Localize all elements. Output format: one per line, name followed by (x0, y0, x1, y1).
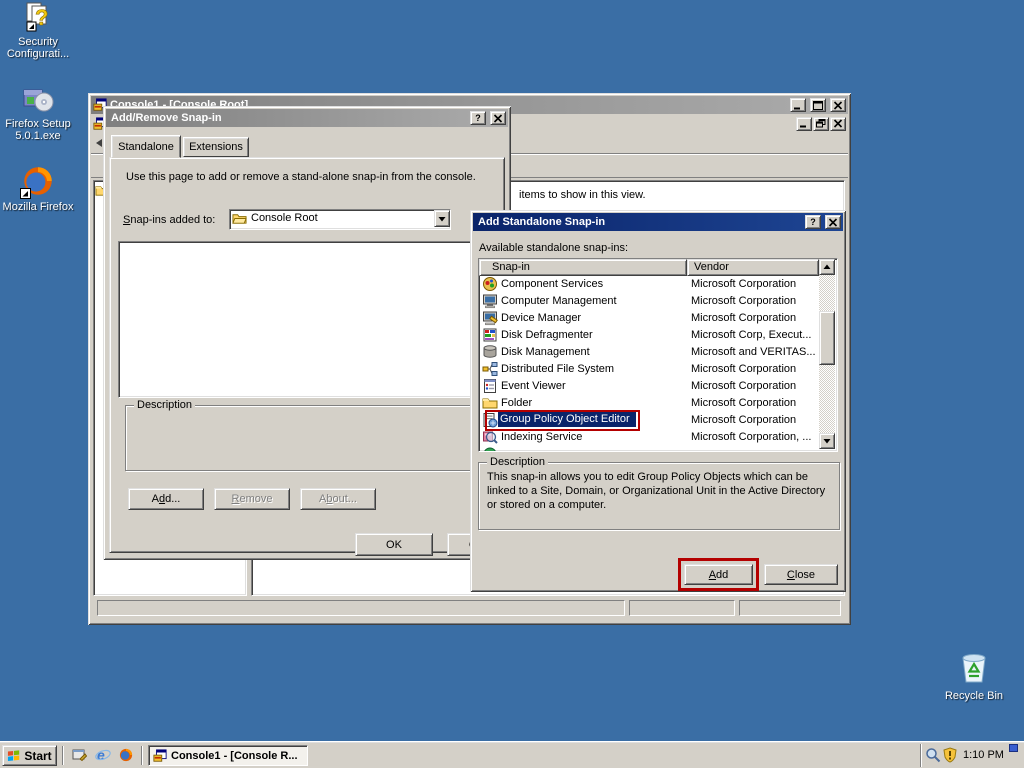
instruction-text: Use this page to add or remove a stand-a… (126, 171, 476, 183)
ok-button[interactable]: OK (355, 533, 433, 556)
close-button[interactable]: Close (764, 564, 838, 585)
about-button[interactable]: About... (300, 488, 376, 510)
open-folder-icon (232, 211, 247, 226)
dialog-title: Add Standalone Snap-in (478, 216, 606, 228)
snapin-row[interactable]: Device Manager Microsoft Corporation (479, 310, 819, 327)
list-scrollbar[interactable] (819, 259, 835, 449)
added-snapins-listbox[interactable] (118, 241, 498, 398)
scroll-up-button[interactable] (819, 259, 835, 275)
taskbar-task-console1[interactable]: Console1 - [Console R... (148, 745, 308, 766)
snapins-added-to-combo[interactable]: Console Root (229, 209, 451, 230)
snapin-row[interactable]: Distributed File System Microsoft Corpor… (479, 361, 819, 378)
close-button[interactable] (830, 98, 846, 112)
firefox-icon (20, 163, 56, 199)
minimize-button[interactable] (790, 98, 806, 112)
column-header-vendor[interactable]: Vendor (687, 259, 819, 276)
distributed-file-system-icon (482, 361, 498, 377)
system-tray: 1:10 PM (920, 744, 1024, 767)
dialog-title: Add/Remove Snap-in (111, 112, 222, 124)
security-config-icon: ? (21, 0, 55, 34)
shortcut-arrow-icon (20, 188, 31, 199)
child-close-button[interactable] (830, 116, 846, 131)
combo-dropdown-button[interactable] (434, 210, 450, 227)
standalone-tab-page: Use this page to add or remove a stand-a… (109, 157, 505, 553)
add-remove-titlebar[interactable]: Add/Remove Snap-in ? (106, 109, 508, 127)
device-manager-icon (482, 310, 498, 326)
desktop-icon-label: Security Configurati... (6, 36, 70, 60)
child-minimize-button[interactable] (796, 116, 812, 131)
folder-icon (482, 395, 498, 411)
close-button[interactable] (825, 215, 841, 229)
tray-app-icon[interactable] (1009, 744, 1018, 752)
add-button[interactable]: Add (684, 564, 753, 585)
child-restore-button[interactable] (813, 116, 829, 131)
add-ellipsis-button[interactable]: Add... (128, 488, 204, 510)
component-services-icon (482, 276, 498, 292)
show-desktop-icon[interactable] (71, 747, 87, 763)
close-button[interactable] (490, 111, 506, 125)
desktop-icon-recycle-bin[interactable]: Recycle Bin (936, 650, 1012, 702)
remove-button[interactable]: Remove (214, 488, 290, 510)
taskbar-clock[interactable]: 1:10 PM (963, 749, 1004, 761)
scroll-down-button[interactable] (819, 433, 835, 449)
desktop-icon-security-config[interactable]: ? Security Configurati... (0, 0, 76, 60)
svg-text:?: ? (35, 5, 48, 30)
desktop: ? Security Configurati... Firefox Setup 5.… (0, 0, 1024, 768)
snapin-row[interactable]: Event Viewer Microsoft Corporation (479, 378, 819, 395)
combo-value: Console Root (251, 212, 318, 224)
description-groupbox: Description This snap-in allows you to e… (478, 456, 840, 530)
magnifier-tray-icon[interactable] (925, 747, 941, 763)
windows-logo-icon (7, 749, 21, 762)
internet-explorer-icon[interactable]: e (95, 747, 111, 763)
svg-text:e: e (97, 747, 105, 763)
add-remove-snapin-dialog: Add/Remove Snap-in ? Standalone Extensio… (103, 106, 511, 560)
installer-icon (21, 82, 55, 116)
description-label: Description (487, 456, 549, 468)
security-alert-shield-icon[interactable] (942, 747, 958, 763)
add-standalone-titlebar[interactable]: Add Standalone Snap-in ? (473, 213, 843, 231)
maximize-button[interactable] (810, 98, 826, 112)
add-standalone-snapin-dialog: Add Standalone Snap-in ? Available stand… (470, 210, 846, 592)
indexing-service-icon (482, 429, 498, 445)
start-button[interactable]: Start (2, 745, 57, 766)
added-to-label: Snap-ins added to: (123, 214, 216, 226)
event-viewer-icon (482, 378, 498, 394)
disk-management-icon (482, 344, 498, 360)
snapin-row-partial[interactable] (479, 446, 819, 451)
available-snapins-label: Available standalone snap-ins: (479, 242, 629, 254)
empty-view-text: items to show in this view. (519, 189, 646, 201)
firefox-quicklaunch-icon[interactable] (118, 747, 134, 763)
snapin-row[interactable]: Disk Defragmenter Microsoft Corp, Execut… (479, 327, 819, 344)
disk-defragmenter-icon (482, 327, 498, 343)
help-button[interactable]: ? (805, 215, 821, 229)
computer-management-icon (482, 293, 498, 309)
description-label: Description (134, 399, 196, 411)
desktop-icon-label: Recycle Bin (944, 690, 1004, 702)
partial-row-icon (482, 446, 498, 451)
mmc-icon (153, 748, 167, 763)
desktop-icon-mozilla-firefox[interactable]: Mozilla Firefox (0, 163, 76, 213)
column-header-snapin[interactable]: Snap-in (479, 259, 687, 276)
taskbar-separator (62, 746, 64, 765)
snapin-row[interactable]: Indexing Service Microsoft Corporation, … (479, 429, 819, 446)
taskbar: Start e Console1 - [Console R... 1:10 PM (0, 741, 1024, 768)
snapin-row[interactable]: Component Services Microsoft Corporation (479, 276, 819, 293)
taskbar-separator (141, 746, 143, 765)
tab-extensions[interactable]: Extensions (183, 137, 249, 157)
console-statusbar (91, 598, 848, 618)
desktop-icon-firefox-setup[interactable]: Firefox Setup 5.0.1.exe (0, 82, 76, 142)
desktop-icon-label: Mozilla Firefox (2, 201, 74, 213)
description-text: This snap-in allows you to edit Group Po… (487, 471, 826, 511)
desktop-icon-label: Firefox Setup 5.0.1.exe (5, 118, 71, 142)
snapin-row[interactable]: Computer Management Microsoft Corporatio… (479, 293, 819, 310)
scroll-thumb[interactable] (819, 311, 835, 365)
description-groupbox: Description (125, 399, 501, 471)
help-button[interactable]: ? (470, 111, 486, 125)
snapin-row[interactable]: Disk Management Microsoft and VERITAS... (479, 344, 819, 361)
annotation-box-group-policy (485, 410, 640, 431)
recycle-bin-icon (957, 650, 991, 688)
tab-standalone[interactable]: Standalone (111, 135, 181, 158)
